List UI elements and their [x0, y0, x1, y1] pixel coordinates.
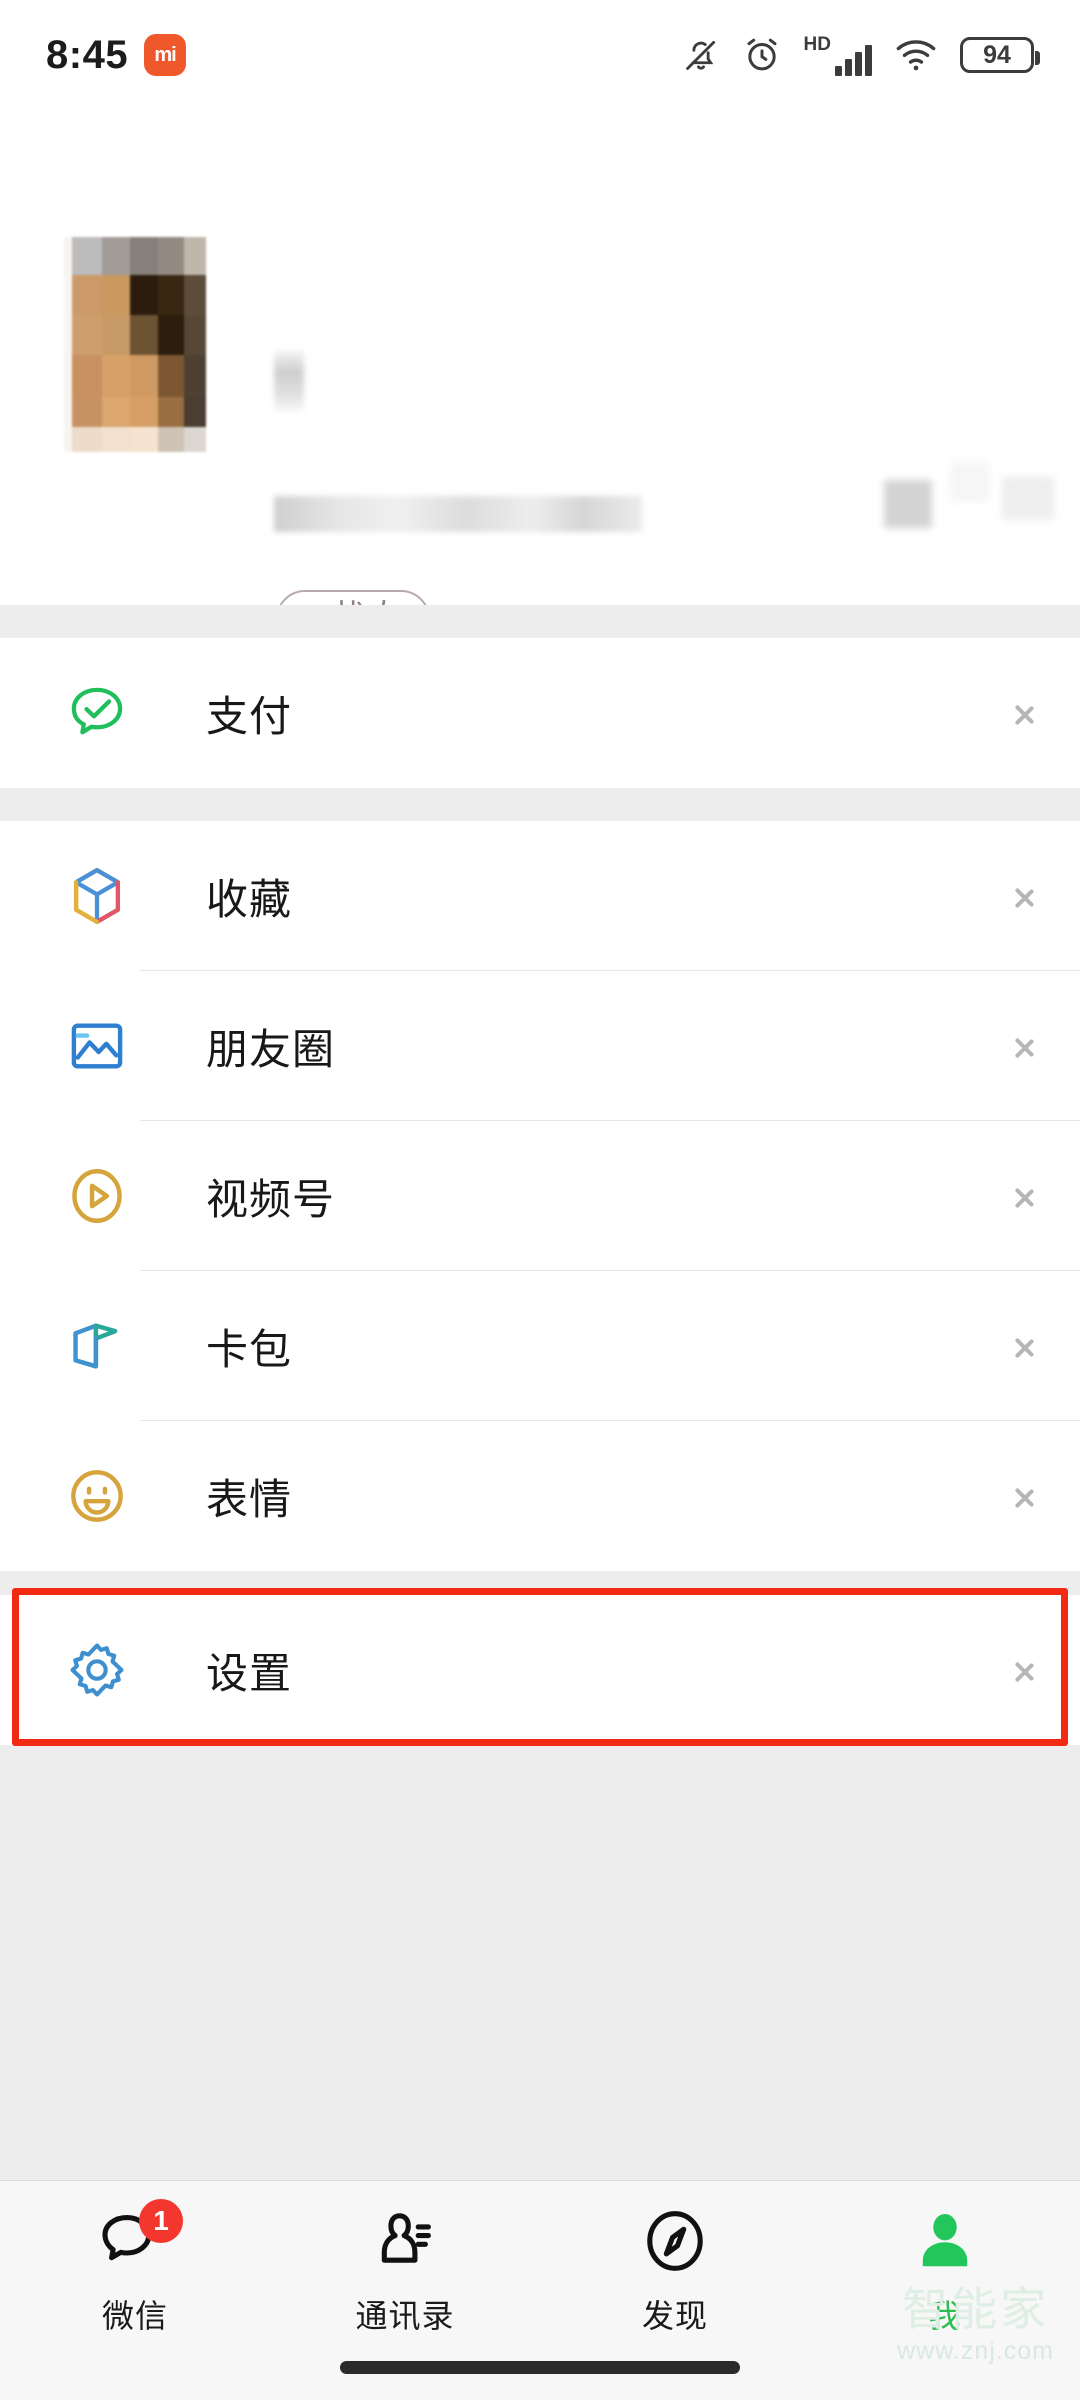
chevron-right-icon	[1012, 1177, 1034, 1215]
profile-wechat-id	[274, 496, 642, 532]
menu-row-label: 支付	[206, 691, 293, 741]
pay-icon	[64, 680, 130, 746]
chevron-right-icon	[1012, 1477, 1034, 1515]
menu-row-moments[interactable]: 朋友圈	[0, 971, 1080, 1121]
mute-bell-icon	[682, 35, 720, 75]
discover-compass-icon	[639, 2205, 711, 2277]
tab-discover[interactable]: 发现	[540, 2205, 810, 2337]
alarm-clock-icon	[742, 35, 782, 75]
battery-icon: 94	[960, 37, 1040, 73]
status-bar-left: 8:45 mi	[46, 32, 187, 78]
hd-icon: HD	[803, 33, 831, 55]
tab-me[interactable]: 我	[810, 2205, 1080, 2337]
menu-row-label: 卡包	[206, 1324, 293, 1374]
tab-wechat[interactable]: 1 微信	[0, 2199, 270, 2337]
unread-badge: 1	[139, 2199, 183, 2243]
hd-signal-group: HD	[804, 35, 872, 76]
separator-band	[0, 1571, 1080, 1595]
separator-band	[0, 788, 1080, 821]
menu-row-label: 视频号	[206, 1174, 336, 1224]
chevron-right-icon	[1012, 877, 1034, 915]
settings-gear-icon	[64, 1637, 130, 1703]
mi-logo-icon: mi	[144, 34, 187, 76]
chevron-right-icon	[1012, 1651, 1034, 1689]
menu-group-main: 收藏 朋友圈 视频号 卡包 表情	[0, 821, 1080, 1571]
status-bar: 8:45 mi HD 94	[0, 0, 1080, 110]
chevron-right-icon	[1012, 694, 1034, 732]
bottom-tab-bar: 1 微信 通讯录 发现 我	[0, 2180, 1080, 2400]
chevron-right-icon	[1012, 1327, 1034, 1365]
signal-bars-icon	[835, 44, 872, 76]
menu-row-stickers[interactable]: 表情	[0, 1421, 1080, 1571]
status-time: 8:45	[46, 32, 129, 77]
menu-row-cards[interactable]: 卡包	[0, 1271, 1080, 1421]
menu-group-pay: 支付	[0, 638, 1080, 788]
phone-screen: 8:45 mi HD 94 支付 收藏 朋友圈 视频号 卡包 表情 设置 1 微…	[0, 0, 1080, 2400]
menu-row-label: 表情	[206, 1474, 293, 1524]
menu-row-favorites[interactable]: 收藏	[0, 821, 1080, 971]
menu-row-settings[interactable]: 设置	[0, 1595, 1080, 1745]
chat-bubbles-icon: 1	[99, 2199, 183, 2277]
tab-contacts[interactable]: 通讯录	[270, 2205, 540, 2337]
contacts-icon	[369, 2205, 441, 2277]
channels-icon	[64, 1163, 130, 1229]
wifi-icon	[894, 37, 938, 73]
menu-row-label: 朋友圈	[206, 1024, 336, 1074]
tab-label: 发现	[641, 2297, 708, 2335]
favorites-icon	[64, 863, 130, 929]
menu-row-pay[interactable]: 支付	[0, 638, 1080, 788]
menu-group-settings: 设置	[0, 1595, 1080, 1745]
profile-name	[274, 350, 304, 412]
status-bar-right: HD 94	[682, 35, 1040, 76]
stickers-icon	[64, 1463, 130, 1529]
tab-label: 通讯录	[355, 2297, 455, 2335]
tab-label: 微信	[101, 2297, 168, 2335]
separator-band	[0, 605, 1080, 638]
me-person-icon	[909, 2205, 981, 2277]
menu-row-label: 收藏	[206, 874, 293, 924]
menu-row-channels[interactable]: 视频号	[0, 1121, 1080, 1271]
menu-row-label: 设置	[206, 1648, 293, 1698]
tab-label: 我	[928, 2297, 962, 2335]
avatar[interactable]	[64, 237, 206, 452]
battery-level-label: 94	[983, 40, 1011, 69]
home-indicator[interactable]	[340, 2361, 740, 2374]
profile-header[interactable]: + 状态	[0, 110, 1080, 648]
mi-logo-label: mi	[154, 43, 176, 66]
moments-icon	[64, 1013, 130, 1079]
chevron-right-icon	[1012, 1027, 1034, 1065]
cards-icon	[64, 1313, 130, 1379]
profile-qr-area[interactable]	[884, 462, 1064, 536]
